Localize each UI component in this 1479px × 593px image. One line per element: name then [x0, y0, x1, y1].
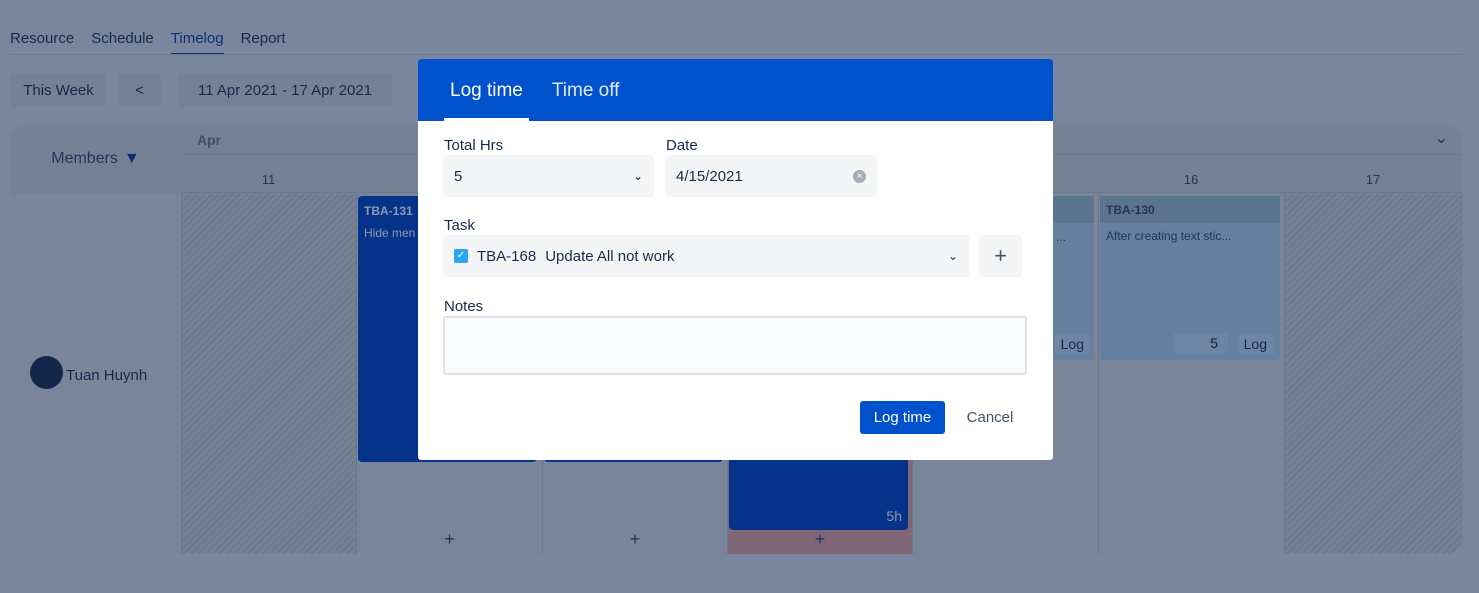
task-name: Update All not work — [545, 247, 675, 265]
total-hrs-value: 5 — [454, 167, 463, 185]
members-label: Members — [51, 150, 118, 167]
prev-week-button[interactable]: < — [118, 73, 161, 107]
this-week-button[interactable]: This Week — [10, 73, 107, 107]
chevron-down-icon[interactable]: ⌄ — [1435, 128, 1448, 148]
divider — [10, 54, 1462, 55]
task-label: Task — [444, 217, 475, 234]
date-input[interactable]: 4/15/2021 × — [665, 155, 877, 197]
card-desc: ... — [1055, 230, 1066, 244]
tab-timelog[interactable]: Timelog — [170, 30, 224, 55]
tab-log-time[interactable]: Log time — [444, 59, 529, 121]
clear-icon[interactable]: × — [853, 169, 866, 183]
date-label: Date — [666, 137, 698, 154]
tab-time-off[interactable]: Time off — [546, 59, 626, 121]
dialog-tabs: Log time Time off — [418, 59, 1053, 121]
log-time-dialog: Log time Time off Total Hrs 5 ⌄ Date 4/1… — [418, 59, 1053, 460]
total-hrs-select[interactable]: 5 ⌄ — [443, 155, 654, 197]
day-label: 11 — [261, 172, 276, 187]
view-tabs: Resource Schedule Timelog Report — [10, 30, 286, 55]
tab-resource[interactable]: Resource — [10, 30, 74, 55]
members-header: Members ▼ — [10, 124, 181, 194]
filter-icon[interactable]: ▼ — [124, 150, 140, 168]
task-key: TBA-168 — [477, 247, 537, 265]
date-value: 4/15/2021 — [676, 167, 743, 185]
card-hours: 5h — [886, 508, 902, 524]
day-label: 17 — [1365, 172, 1381, 187]
add-icon[interactable]: + — [357, 529, 542, 550]
checkbox-icon[interactable]: ✓ — [454, 249, 468, 263]
notes-label: Notes — [444, 298, 484, 315]
total-hrs-label: Total Hrs — [444, 137, 504, 154]
avatar — [30, 356, 63, 389]
notes-textarea[interactable] — [443, 316, 1027, 375]
log-button[interactable]: Log — [1054, 334, 1090, 354]
card-desc: After creating text stic... — [1106, 229, 1232, 243]
add-icon[interactable]: + — [543, 529, 727, 550]
chevron-down-icon: ⌄ — [632, 169, 643, 183]
chevron-down-icon: ⌄ — [947, 249, 958, 263]
month-label: Apr — [197, 132, 222, 148]
task-select[interactable]: ✓ TBA-168 Update All not work ⌄ — [443, 235, 969, 277]
log-time-button[interactable]: Log time — [860, 401, 945, 434]
date-range[interactable]: 11 Apr 2021 - 17 Apr 2021 — [178, 73, 392, 107]
timelog-card[interactable]: TBA-130 After creating text stic... 5 Lo… — [1100, 196, 1280, 360]
add-icon[interactable]: + — [728, 529, 912, 550]
day-column[interactable] — [1284, 194, 1462, 554]
day-label: 16 — [1183, 172, 1199, 187]
day-column[interactable] — [181, 194, 356, 554]
log-button[interactable]: Log — [1236, 334, 1274, 354]
card-key: TBA-130 — [1100, 196, 1280, 223]
tab-report[interactable]: Report — [241, 30, 286, 55]
add-task-button[interactable]: + — [979, 235, 1022, 277]
member-row-header: Tuan Huynh — [10, 194, 181, 554]
hours-input[interactable]: 5 — [1173, 333, 1228, 354]
cancel-button[interactable]: Cancel — [953, 401, 1027, 434]
member-name: Tuan Huynh — [66, 367, 148, 384]
tab-schedule[interactable]: Schedule — [91, 30, 154, 55]
